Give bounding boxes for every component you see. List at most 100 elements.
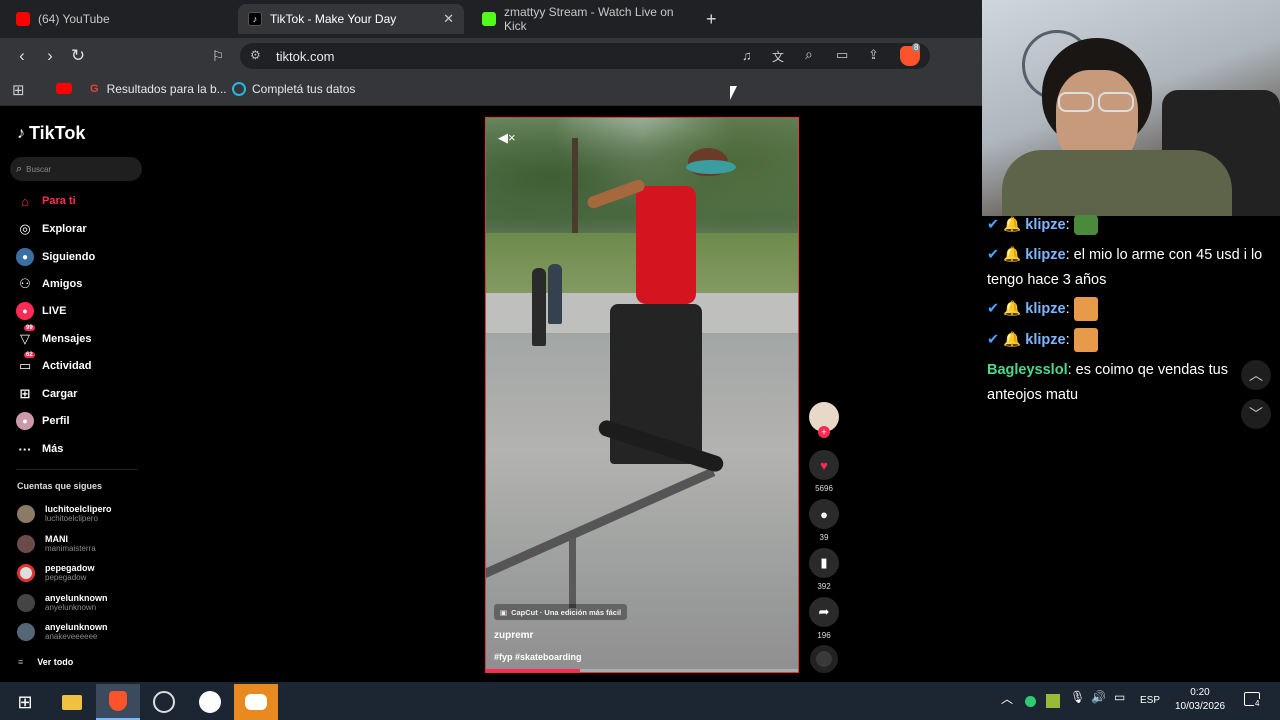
scroll-up-button[interactable]: ︿ xyxy=(1241,360,1271,390)
nav-following[interactable]: ● Siguiendo xyxy=(16,248,95,266)
translate-icon[interactable]: 文 xyxy=(772,48,784,65)
obs-taskbar-button[interactable] xyxy=(142,684,186,720)
video-hashtags[interactable]: #fyp #skateboarding xyxy=(494,652,582,662)
following-account[interactable]: MANI manimaisterra xyxy=(17,534,96,553)
tab-youtube[interactable]: (64) YouTube xyxy=(6,4,232,34)
nav-activity[interactable]: ▭ 62 Actividad xyxy=(16,352,92,375)
network-icon[interactable]: ▭ xyxy=(1114,690,1125,704)
video-progress-track[interactable] xyxy=(486,669,798,672)
chat-username[interactable]: klipze xyxy=(1025,217,1065,233)
search-input[interactable]: ⌕ Buscar xyxy=(10,157,142,181)
chat-username[interactable]: Bagleysslol xyxy=(987,362,1068,378)
clock-date: 10/03/2026 xyxy=(1174,701,1226,712)
friends-icon: ⚇ xyxy=(19,276,31,291)
youtube-bookmark-icon[interactable] xyxy=(56,83,72,94)
kick-icon xyxy=(482,12,496,26)
video-author[interactable]: zupremr xyxy=(494,630,533,641)
shield-count-badge: 8 xyxy=(912,43,921,52)
start-button[interactable]: ⊞ xyxy=(3,684,47,720)
nav-upload[interactable]: ⊞ Cargar xyxy=(16,385,78,403)
chat-username[interactable]: klipze xyxy=(1025,301,1065,317)
bookmark-complete-data[interactable]: Completá tus datos xyxy=(232,82,355,96)
verified-icon: ✔ xyxy=(987,301,1000,317)
home-icon: ⌂ xyxy=(21,193,29,209)
grind-rail xyxy=(486,467,716,582)
app-tray-icon[interactable] xyxy=(1046,694,1060,708)
nav-profile[interactable]: ● Perfil xyxy=(16,412,70,430)
tab-kick[interactable]: zmattyy Stream - Watch Live on Kick xyxy=(472,4,698,34)
file-explorer-button[interactable] xyxy=(50,684,94,720)
like-button[interactable]: ♥ 5696 xyxy=(808,450,840,493)
nav-friends[interactable]: ⚇ Amigos xyxy=(16,275,82,293)
notifications-icon[interactable]: 4 xyxy=(1244,692,1261,708)
emote-icon xyxy=(1073,215,1098,236)
share-arrow-icon: ➦ xyxy=(809,597,839,627)
nav-messages[interactable]: ▽ 99 Mensajes xyxy=(16,325,92,348)
no-audio-icon[interactable]: ♫ xyxy=(742,48,752,63)
show-hidden-icons[interactable]: ︿ xyxy=(1001,690,1013,707)
discord-taskbar-button[interactable] xyxy=(234,684,278,720)
see-all-link[interactable]: ≡ Ver todo xyxy=(18,653,73,671)
following-account[interactable]: anyelunknown anakeveeeeee xyxy=(17,622,108,641)
video-player[interactable]: ◀× ▣ CapCut · Una edición más fácil zupr… xyxy=(485,117,799,673)
forward-icon[interactable]: › xyxy=(40,46,60,66)
sub-badge-icon: 🔔 xyxy=(1003,301,1022,317)
following-account[interactable]: luchitoelclipero luchitoelclipero xyxy=(17,504,112,523)
clock-app-button[interactable] xyxy=(188,684,232,720)
back-icon[interactable]: ‹ xyxy=(12,46,32,66)
scroll-down-button[interactable]: ﹀ xyxy=(1241,399,1271,429)
nav-explore[interactable]: ◎ Explorar xyxy=(16,220,86,238)
chat-message: ✔ 🔔 klipze: xyxy=(987,213,1272,238)
volume-icon[interactable]: 🔊 xyxy=(1091,690,1106,704)
tiktok-logo[interactable]: ♪ TikTok xyxy=(17,123,85,144)
comment-button[interactable]: ● 39 xyxy=(808,499,840,542)
compass-icon: ◎ xyxy=(19,221,31,236)
bookmark-icon[interactable]: ⚐ xyxy=(208,46,228,66)
glasses xyxy=(1058,92,1094,112)
url-text: tiktok.com xyxy=(276,48,335,64)
brave-taskbar-button[interactable] xyxy=(96,684,140,720)
close-tab-icon[interactable]: ✕ xyxy=(443,11,454,27)
chat-username[interactable]: klipze xyxy=(1025,332,1065,348)
share-button[interactable]: ➦ 196 xyxy=(808,597,840,640)
nav-more[interactable]: ··· Más xyxy=(16,440,64,458)
following-account[interactable]: anyelunknown anyelunknown xyxy=(17,593,108,612)
heart-icon: ♥ xyxy=(809,450,839,480)
reload-icon[interactable]: ↻ xyxy=(68,46,88,66)
site-settings-icon[interactable]: ⚙ xyxy=(250,48,261,62)
chevron-up-icon: ︿ xyxy=(1249,367,1263,383)
brave-shield-icon[interactable]: 8 xyxy=(900,43,921,66)
youtube-icon xyxy=(16,12,30,26)
zoom-icon[interactable]: ⌕ xyxy=(805,46,813,63)
creator-avatar-button[interactable]: + xyxy=(808,402,840,438)
windows-icon: ⊞ xyxy=(17,691,33,712)
clock[interactable]: 0:20 10/03/2026 xyxy=(1170,686,1230,714)
nav-live[interactable]: ● LIVE xyxy=(16,302,66,320)
microphone-icon[interactable]: 🎙 xyxy=(1070,690,1085,704)
follow-plus-icon[interactable]: + xyxy=(818,426,830,438)
address-bar[interactable]: ⚙ tiktok.com xyxy=(240,43,930,69)
new-tab-button[interactable]: + xyxy=(706,9,717,30)
save-button[interactable]: ▮ 392 xyxy=(808,548,840,591)
sub-badge-icon: 🔔 xyxy=(1003,332,1022,348)
live-icon: ● xyxy=(16,302,34,320)
messages-badge: 99 xyxy=(24,325,35,331)
share-icon[interactable]: ⇪ xyxy=(868,47,879,63)
sound-disc-button[interactable] xyxy=(808,645,840,673)
upload-icon: ⊞ xyxy=(19,386,31,401)
chevron-down-icon: ﹀ xyxy=(1249,406,1263,422)
bookmark-search-results[interactable]: G Resultados para la b... xyxy=(90,82,227,96)
profile-icon: ● xyxy=(16,412,34,430)
chat-username[interactable]: klipze xyxy=(1025,247,1065,263)
glasses xyxy=(1098,92,1134,112)
avatar xyxy=(17,593,35,612)
apps-grid-icon[interactable]: ⊞ xyxy=(12,81,25,99)
capcut-label[interactable]: ▣ CapCut · Una edición más fácil xyxy=(494,604,628,620)
tab-tiktok[interactable]: ♪ TikTok - Make Your Day ✕ xyxy=(238,4,464,34)
language-indicator[interactable]: ESP xyxy=(1140,695,1160,706)
mute-icon[interactable]: ◀× xyxy=(498,130,516,146)
following-account[interactable]: pepegadow pepegadow xyxy=(17,563,95,582)
cast-icon[interactable]: ▭ xyxy=(836,47,848,63)
nav-for-you[interactable]: ⌂ Para ti xyxy=(16,192,76,210)
status-icon[interactable] xyxy=(1025,696,1036,707)
